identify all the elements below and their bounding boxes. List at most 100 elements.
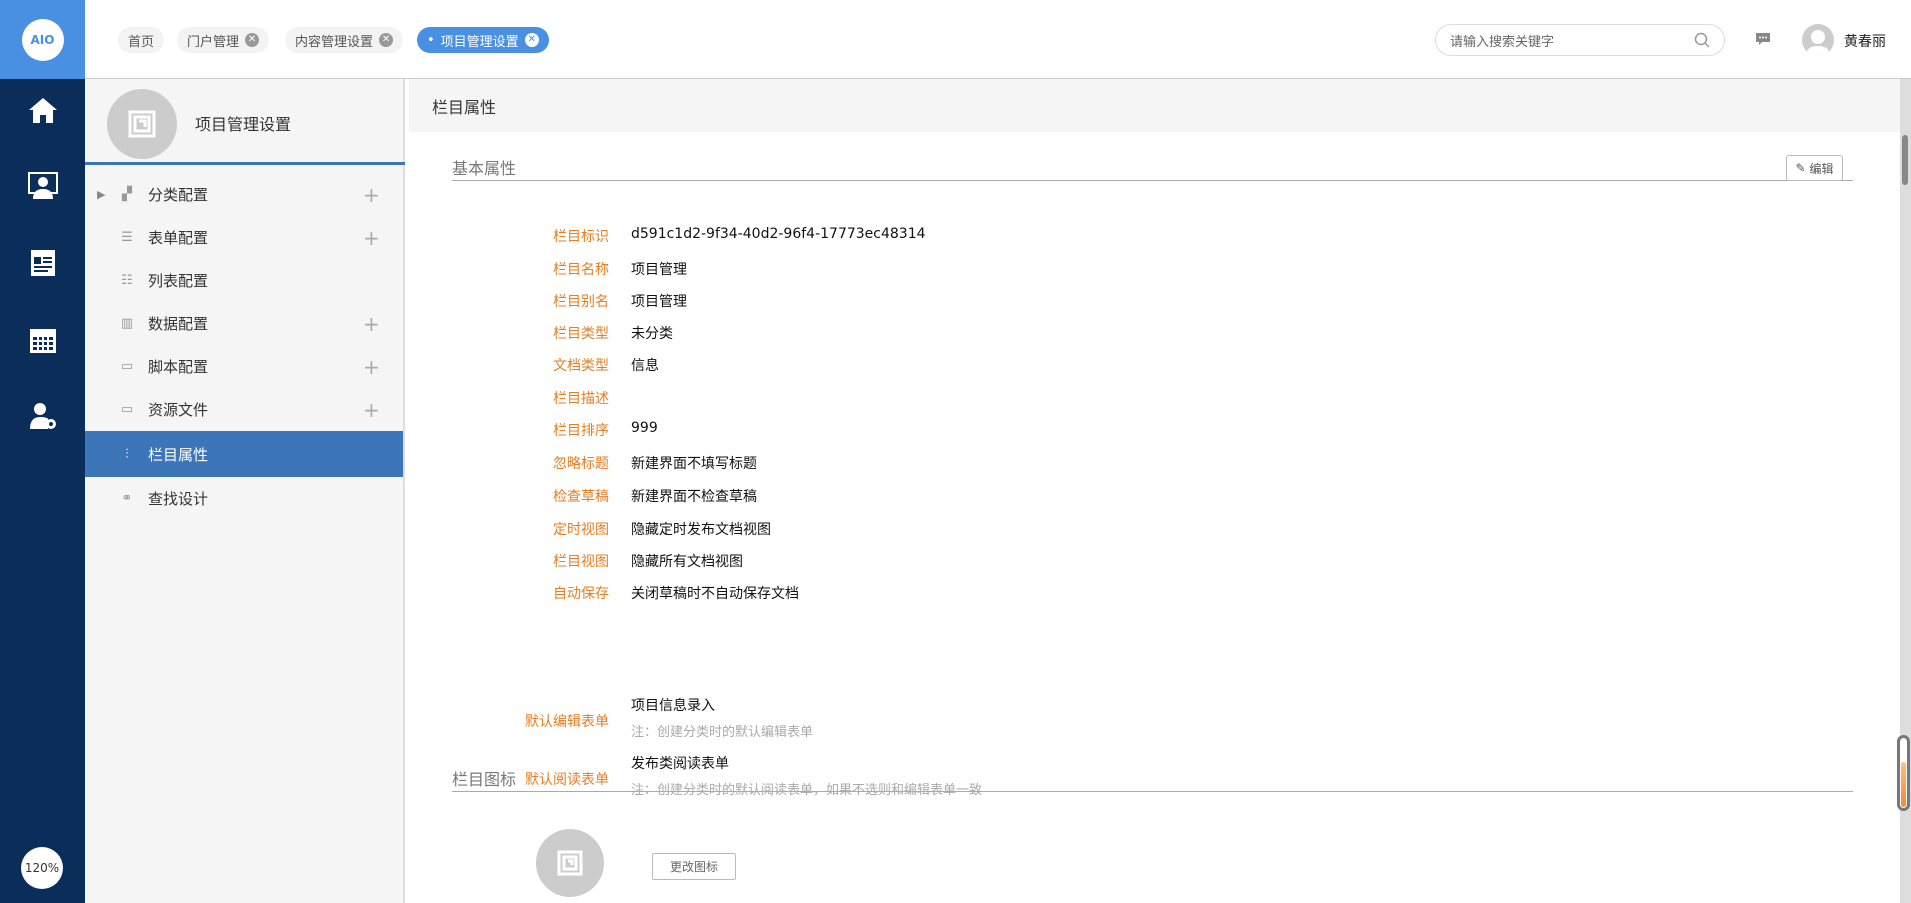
column-icon-preview xyxy=(536,829,604,897)
field-label: 检查草稿 xyxy=(553,489,609,505)
add-icon[interactable]: + xyxy=(363,398,380,422)
search-icon[interactable] xyxy=(1694,32,1710,48)
field-label: 栏目类型 xyxy=(553,326,609,342)
sidebar-item-label: 栏目属性 xyxy=(148,445,209,464)
close-icon[interactable]: ✕ xyxy=(524,33,539,47)
sidebar-item-data-config[interactable]: ▥ 数据配置 + xyxy=(85,302,403,345)
field-value: d591c1d2-9f34-40d2-96f4-17773ec48314 xyxy=(631,226,926,242)
field-value: 信息 xyxy=(631,358,659,374)
left-nav: AIO 120% xyxy=(0,0,85,903)
tab-label: 内容管理设置 xyxy=(295,34,374,50)
main-content: 栏目属性 基本属性 ✎ 编辑 栏目标识 d591c1d2-9f34-40d2-96f… xyxy=(409,79,1900,903)
sidebar-item-category-config[interactable]: ▶ ▞ 分类配置 + xyxy=(85,173,403,216)
section-column-icon: 栏目图标 xyxy=(452,760,1853,792)
sidebar-item-form-config[interactable]: ☰ 表单配置 + xyxy=(85,216,403,259)
field-label: 定时视图 xyxy=(553,522,609,538)
field-label: 文档类型 xyxy=(553,358,609,374)
field-value: 新建界面不填写标题 xyxy=(631,456,757,472)
field-label: 栏目名称 xyxy=(553,262,609,278)
message-icon[interactable] xyxy=(1755,32,1771,50)
terminal-icon: ▭ xyxy=(120,402,134,417)
tab-project-settings[interactable]: • 项目管理设置 ✕ xyxy=(417,27,549,53)
field-label: 栏目别名 xyxy=(553,294,609,310)
expand-icon[interactable]: ▶ xyxy=(97,188,105,201)
change-icon-button[interactable]: 更改图标 xyxy=(652,853,736,880)
zoom-slider-fill xyxy=(1901,761,1906,807)
field-label: 栏目视图 xyxy=(553,554,609,570)
add-icon[interactable]: + xyxy=(363,183,380,207)
field-note: 注：创建分类时的默认编辑表单 xyxy=(631,725,814,740)
sidebar-header: 项目管理设置 xyxy=(85,79,405,165)
tab-label: 门户管理 xyxy=(187,34,240,50)
avatar[interactable] xyxy=(1802,24,1834,56)
search-placeholder: 请输入搜索关键字 xyxy=(1450,34,1555,50)
field-label: 忽略标题 xyxy=(553,456,609,472)
monitor-user-icon[interactable] xyxy=(0,166,85,206)
sidebar-title: 项目管理设置 xyxy=(195,115,292,134)
project-icon xyxy=(107,89,177,159)
field-value: 关闭草稿时不自动保存文档 xyxy=(631,586,799,602)
tab-content-settings[interactable]: 内容管理设置 ✕ xyxy=(285,27,404,53)
scrollbar-thumb[interactable] xyxy=(1902,135,1908,185)
field-label: 默认编辑表单 xyxy=(525,714,609,730)
sidebar-item-label: 查找设计 xyxy=(148,490,209,508)
edit-icon: ✎ xyxy=(1795,161,1806,175)
tab-label: 项目管理设置 xyxy=(440,34,519,50)
user-settings-icon[interactable] xyxy=(0,396,85,436)
sidebar-item-resource-files[interactable]: ▭ 资源文件 + xyxy=(85,388,403,431)
field-label: 栏目排序 xyxy=(553,423,609,439)
zoom-slider[interactable] xyxy=(1897,735,1910,811)
calendar-icon[interactable] xyxy=(0,320,85,360)
sidebar-item-search-design[interactable]: ⚭ 查找设计 xyxy=(85,477,403,520)
close-icon[interactable]: ✕ xyxy=(245,33,260,47)
sidebar-item-label: 数据配置 xyxy=(148,315,209,333)
sidebar-item-label: 脚本配置 xyxy=(148,358,209,376)
add-icon[interactable]: + xyxy=(363,312,380,336)
news-icon[interactable] xyxy=(0,243,85,283)
form-icon: ☰ xyxy=(121,230,133,245)
add-icon[interactable]: + xyxy=(363,226,380,250)
field-value: 项目管理 xyxy=(631,262,687,278)
zoom-level-badge[interactable]: 120% xyxy=(21,847,63,889)
field-value: 隐藏定时发布文档视图 xyxy=(631,522,771,538)
list-icon: ☷ xyxy=(121,273,133,288)
field-label: 栏目标识 xyxy=(553,229,609,245)
field-label: 自动保存 xyxy=(553,586,609,602)
terminal-icon: ▭ xyxy=(120,359,134,374)
field-value: 项目信息录入 xyxy=(631,698,715,714)
top-bar: 首页 门户管理 ✕ 内容管理设置 ✕ • 项目管理设置 ✕ 请输入搜索关键字 黄春丽 xyxy=(85,0,1911,79)
binoculars-icon: ⚭ xyxy=(121,491,133,506)
tab-portal[interactable]: 门户管理 ✕ xyxy=(177,27,270,53)
edit-label: 编辑 xyxy=(1809,161,1834,176)
field-label: 栏目描述 xyxy=(553,391,609,407)
search-input[interactable]: 请输入搜索关键字 xyxy=(1435,24,1725,56)
logo-badge: AIO xyxy=(21,18,64,61)
chart-icon: ▥ xyxy=(120,316,134,331)
field-value: 隐藏所有文档视图 xyxy=(631,554,743,570)
sidebar-item-label: 列表配置 xyxy=(148,272,209,290)
home-icon[interactable] xyxy=(0,90,85,130)
field-value: 999 xyxy=(631,420,658,436)
category-icon: ▞ xyxy=(122,187,132,202)
section-basic-properties: 基本属性 xyxy=(452,155,1853,181)
edit-button[interactable]: ✎ 编辑 xyxy=(1786,155,1843,181)
sidebar-item-label: 资源文件 xyxy=(148,401,209,419)
user-name[interactable]: 黄春丽 xyxy=(1844,31,1886,51)
tab-label: 首页 xyxy=(128,34,155,50)
add-icon[interactable]: + xyxy=(363,355,380,379)
field-value: 项目管理 xyxy=(631,294,687,310)
tab-home[interactable]: 首页 xyxy=(118,27,165,53)
sidebar-item-label: 表单配置 xyxy=(148,229,209,247)
sliders-icon: ⫶ xyxy=(125,446,129,462)
scrollbar[interactable] xyxy=(1897,79,1911,903)
field-value: 未分类 xyxy=(631,326,673,342)
sidebar-item-label: 分类配置 xyxy=(148,186,209,204)
sidebar-item-script-config[interactable]: ▭ 脚本配置 + xyxy=(85,345,403,388)
page-title: 栏目属性 xyxy=(409,79,1900,132)
sidebar-item-column-properties[interactable]: ⫶ 栏目属性 xyxy=(85,431,403,477)
sidebar-item-list-config[interactable]: ☷ 列表配置 xyxy=(85,259,403,302)
field-value: 新建界面不检查草稿 xyxy=(631,489,757,505)
close-icon[interactable]: ✕ xyxy=(379,33,394,47)
secondary-sidebar: 项目管理设置 ▶ ▞ 分类配置 + ☰ 表单配置 + ☷ 列表配置 ▥ 数据配置 + ▭ 脚本配置… xyxy=(85,79,405,903)
logo[interactable]: AIO xyxy=(0,0,85,79)
